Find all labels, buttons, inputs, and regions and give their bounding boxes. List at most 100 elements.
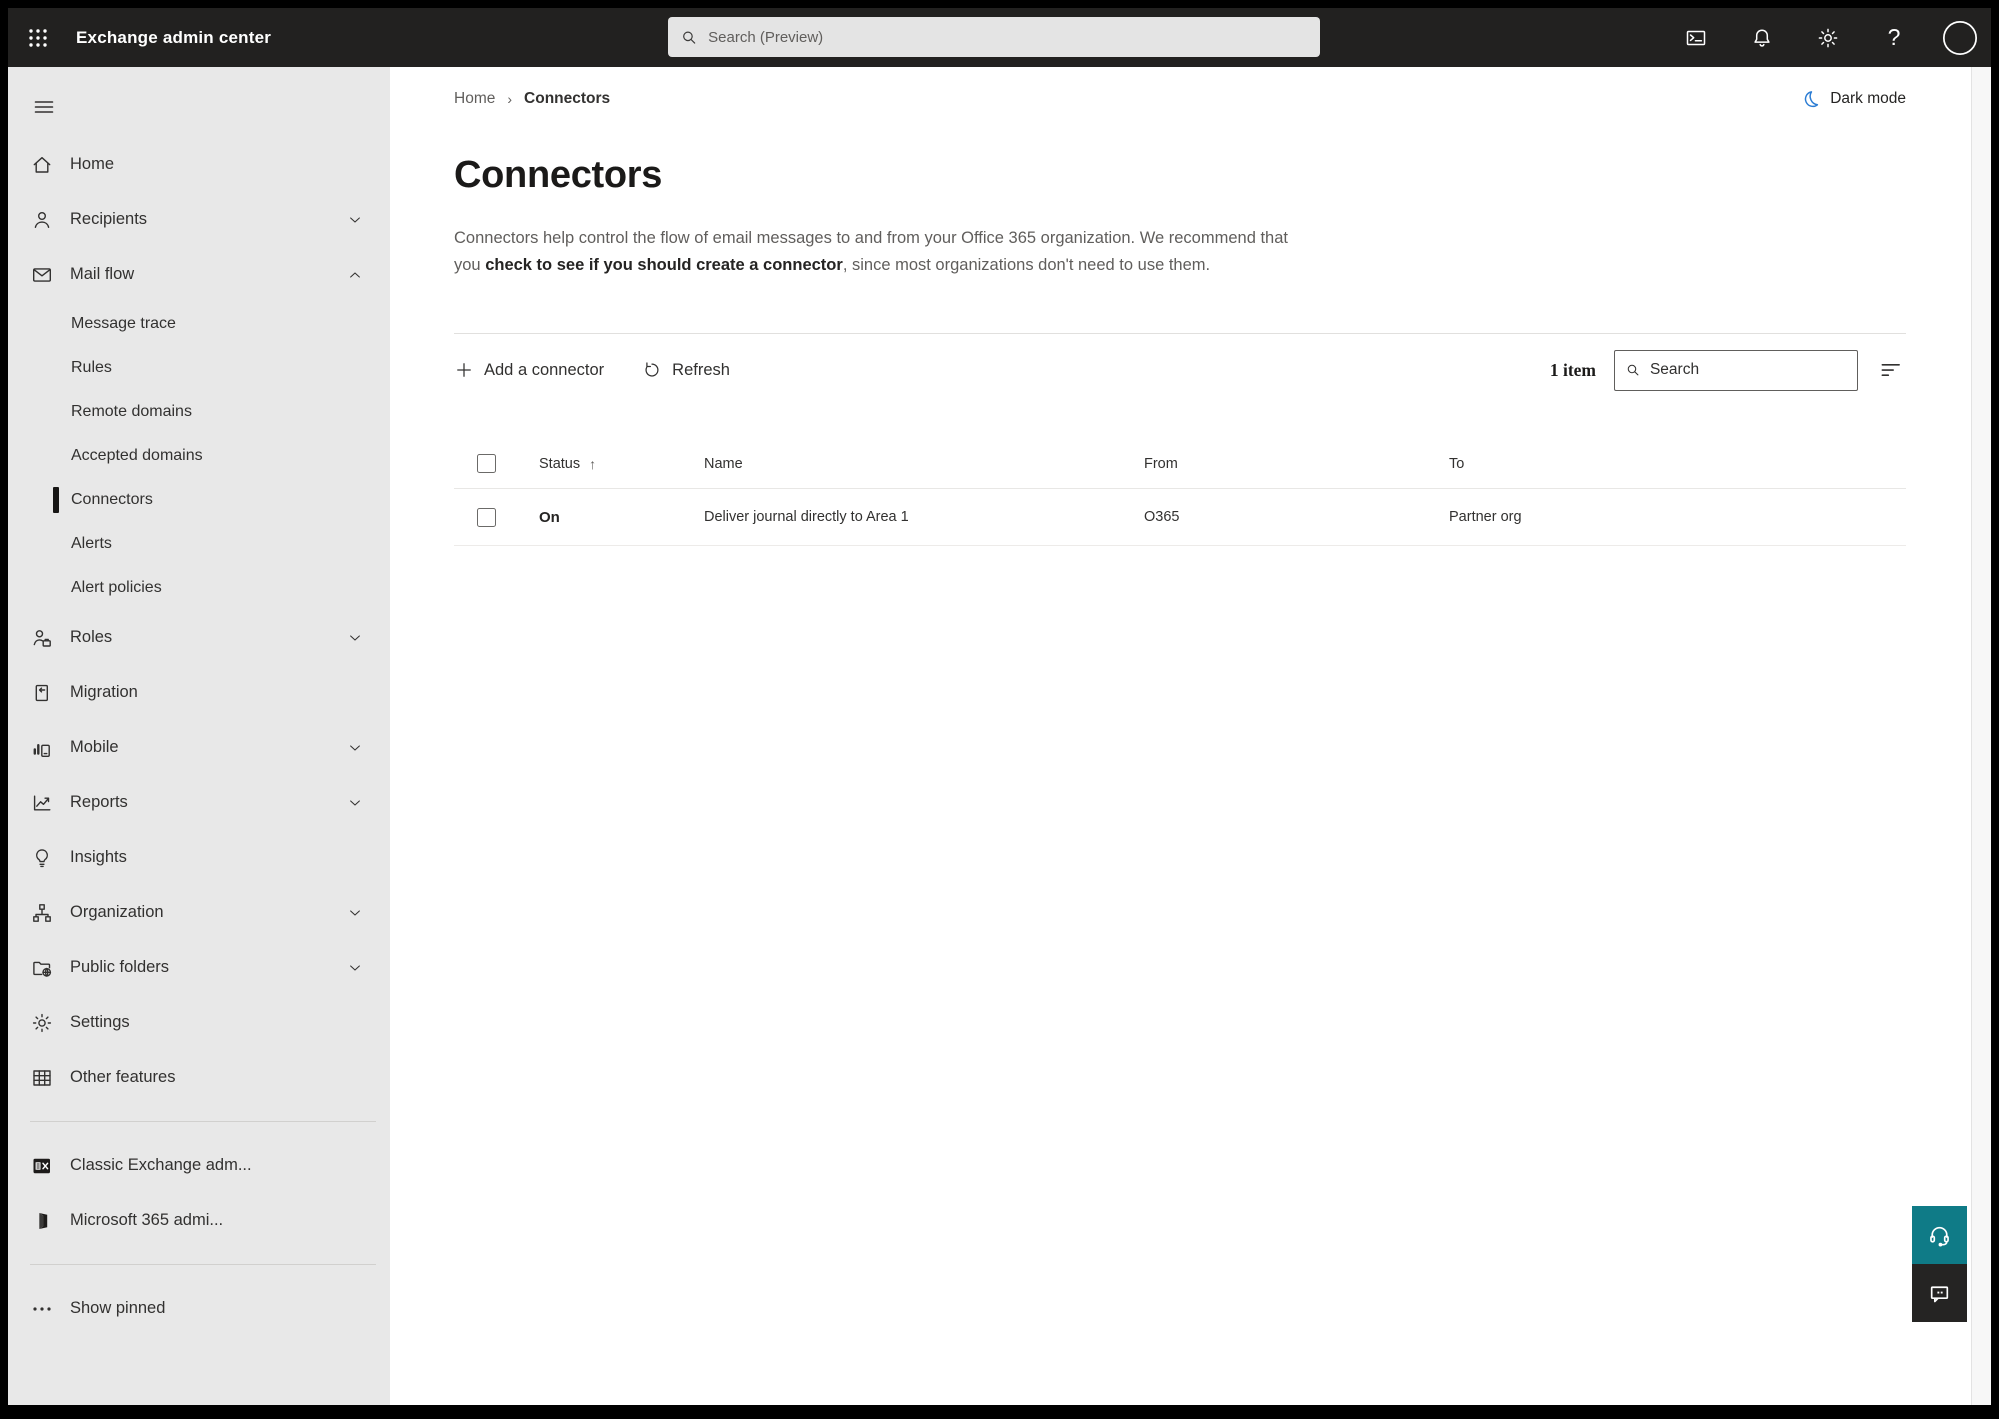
sidebar-item-message-trace[interactable]: Message trace (8, 302, 390, 346)
sidebar-item-roles[interactable]: Roles (8, 610, 390, 665)
dark-mode-icon (1805, 91, 1819, 108)
migration-icon (35, 684, 49, 701)
sidebar-item-rules[interactable]: Rules (8, 346, 390, 390)
chevron-down-icon (350, 964, 360, 971)
sidebar-item-public-folders[interactable]: Public folders (8, 940, 390, 995)
notifications-button[interactable] (1741, 17, 1783, 59)
home-icon (33, 156, 51, 173)
chevron-up-icon (350, 271, 360, 278)
row-checkbox[interactable] (477, 507, 496, 527)
sidebar-item-insights[interactable]: Insights (8, 830, 390, 885)
column-header-to[interactable]: To (1449, 456, 1906, 472)
sidebar-item-accepted-domains[interactable]: Accepted domains (8, 434, 390, 478)
sidebar-item-alert-policies[interactable]: Alert policies (8, 566, 390, 610)
hamburger-icon (34, 101, 54, 113)
sidebar-item-alerts[interactable]: Alerts (8, 522, 390, 566)
sidebar-item-label: Mail flow (70, 265, 135, 283)
table-row[interactable]: On Deliver journal directly to Area 1 O365… (454, 489, 1906, 546)
dark-mode-toggle[interactable]: Dark mode (1799, 88, 1906, 110)
notifications-icon (1754, 29, 1770, 47)
nav-collapse-button[interactable] (22, 87, 66, 127)
roles-icon (33, 629, 51, 647)
column-header-from[interactable]: From (1144, 456, 1449, 472)
sidebar-item-mail-flow[interactable]: Mail flow (8, 247, 390, 302)
sidebar-item-settings[interactable]: Settings (8, 995, 390, 1050)
sidebar-item-label: Remote domains (71, 403, 192, 420)
sort-ascending-icon: ↑ (589, 455, 597, 472)
sidebar-item-show-pinned[interactable]: Show pinned (8, 1281, 390, 1336)
terminal-icon (1686, 30, 1706, 45)
sidebar-item-migration[interactable]: Migration (8, 665, 390, 720)
list-search-input[interactable] (1649, 361, 1847, 379)
sidebar-item-label: Rules (71, 359, 112, 376)
cell-from: O365 (1144, 509, 1180, 525)
sidebar-item-label: Show pinned (70, 1299, 166, 1317)
chevron-down-icon (350, 909, 360, 916)
sidebar-item-label: Microsoft 365 admi... (70, 1211, 224, 1229)
left-navigation: Home Recipients Mail flow Message trace Rule… (8, 67, 390, 1405)
sidebar-item-label: Reports (70, 793, 128, 811)
grid-icon (33, 1069, 51, 1086)
sidebar-item-organization[interactable]: Organization (8, 885, 390, 940)
breadcrumb-home-link[interactable]: Home (454, 90, 495, 108)
help-icon: ? (1887, 24, 1901, 50)
column-header-status[interactable]: Status ↑ (539, 456, 704, 472)
sidebar-item-label: Classic Exchange adm... (70, 1156, 252, 1174)
connectors-table: Status ↑ Name From To On Deliver journal … (454, 439, 1906, 546)
filter-button[interactable] (1876, 355, 1906, 385)
sidebar-item-microsoft-365-admi[interactable]: Microsoft 365 admi... (8, 1193, 390, 1248)
global-search-input[interactable] (708, 28, 1308, 46)
search-icon (1627, 364, 1639, 376)
chevron-down-icon (350, 744, 360, 751)
avatar-icon (1942, 20, 1978, 55)
list-search[interactable] (1614, 349, 1858, 391)
app-launcher-icon (29, 28, 47, 47)
help-button[interactable]: ? (1873, 17, 1915, 59)
sidebar-item-classic-exchange-adm[interactable]: Classic Exchange adm... (8, 1138, 390, 1193)
sidebar-item-label: Roles (70, 628, 113, 646)
column-header-name[interactable]: Name (704, 456, 1144, 472)
sidebar-item-reports[interactable]: Reports (8, 775, 390, 830)
breadcrumb: Home › Connectors (454, 90, 610, 108)
public-folders-icon (33, 961, 52, 977)
sidebar-item-connectors[interactable]: Connectors (8, 478, 390, 522)
cell-name[interactable]: Deliver journal directly to Area 1 (704, 509, 1144, 525)
app-launcher-button[interactable] (14, 14, 62, 62)
chevron-down-icon (350, 216, 360, 223)
sidebar-item-label: Settings (70, 1013, 130, 1031)
breadcrumb-separator-icon: › (507, 91, 513, 107)
item-count: 1 item (1549, 359, 1596, 380)
sidebar-item-recipients[interactable]: Recipients (8, 192, 390, 247)
sidebar-item-label: Insights (70, 848, 127, 866)
scrollbar-track[interactable] (1971, 67, 1991, 1405)
feedback-icon (1930, 1285, 1949, 1302)
account-avatar[interactable] (1939, 17, 1981, 59)
dark-mode-label: Dark mode (1830, 90, 1906, 107)
sidebar-item-label: Home (70, 155, 115, 173)
cloud-shell-button[interactable] (1675, 17, 1717, 59)
sidebar-item-label: Recipients (70, 210, 148, 228)
refresh-button[interactable]: Refresh (642, 360, 730, 380)
app-title: Exchange admin center (76, 27, 272, 47)
global-search[interactable] (668, 17, 1320, 57)
top-app-bar: Exchange admin center Search (Preview) ? (8, 8, 1991, 67)
support-button[interactable] (1912, 1206, 1967, 1264)
chevron-down-icon (350, 799, 360, 806)
cell-to: Partner org (1449, 509, 1522, 525)
organization-icon (33, 903, 51, 922)
settings-button[interactable] (1807, 17, 1849, 59)
sidebar-item-home[interactable]: Home (8, 137, 390, 192)
sidebar-item-other-features[interactable]: Other features (8, 1050, 390, 1105)
sidebar-item-label: Organization (70, 903, 164, 921)
select-all-checkbox[interactable] (477, 454, 496, 473)
add-connector-button[interactable]: Add a connector (454, 360, 604, 380)
feedback-button[interactable] (1912, 1264, 1967, 1322)
search-icon (683, 31, 696, 44)
exchange-admin-window: Exchange admin center Search (Preview) ?… (8, 8, 1991, 1405)
sidebar-item-remote-domains[interactable]: Remote domains (8, 390, 390, 434)
create-connector-link[interactable]: check to see if you should create a conn… (485, 256, 843, 274)
sidebar-item-mobile[interactable]: Mobile (8, 720, 390, 775)
page-description: Connectors help control the flow of emai… (454, 229, 1288, 274)
sidebar-item-label: Alerts (71, 535, 112, 552)
sidebar-item-label: Other features (70, 1068, 176, 1086)
